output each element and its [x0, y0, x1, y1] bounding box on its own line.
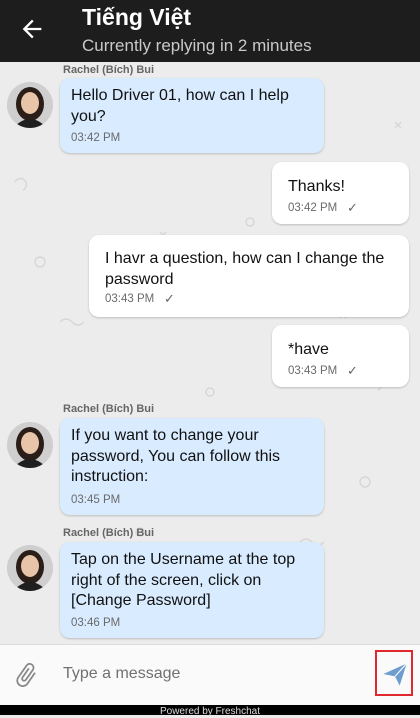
sent-check-icon: ✓ — [347, 363, 358, 378]
message-composer: Type a message — [0, 644, 420, 706]
message-input[interactable]: Type a message — [63, 665, 180, 683]
powered-by-footer: Powered by Freshchat — [0, 705, 420, 717]
message-text: Hello Driver 01, how can I help you? — [71, 87, 289, 125]
back-arrow-icon[interactable] — [18, 15, 46, 43]
agent-avatar — [7, 545, 53, 591]
powered-by-text: Powered by Freshchat — [159, 706, 261, 717]
message-time: 03:42 PM — [288, 202, 338, 214]
outgoing-message-bubble[interactable]: Thanks! 03:42 PM ✓ — [272, 162, 409, 224]
message-text: Tap on the Username at the top right of … — [71, 551, 296, 609]
incoming-message-bubble[interactable]: Tap on the Username at the top right of … — [60, 542, 324, 638]
paper-plane-icon — [383, 663, 408, 686]
agent-avatar — [7, 422, 53, 468]
message-time: 03:46 PM — [71, 617, 121, 629]
conversation-area[interactable]: Rachel (Bích) Bui Hello Driver 01, how c… — [0, 62, 420, 644]
message-time: 03:43 PM — [105, 293, 155, 305]
message-text: Thanks! — [288, 178, 345, 195]
message-text: I havr a question, how can I change the … — [105, 250, 385, 288]
send-button[interactable] — [375, 650, 413, 696]
message-text: If you want to change your password, You… — [71, 427, 281, 485]
sent-check-icon: ✓ — [347, 200, 358, 215]
chat-title: Tiếng Việt — [82, 4, 192, 30]
outgoing-message-bubble[interactable]: *have 03:43 PM ✓ — [272, 325, 409, 387]
sender-name: Rachel (Bích) Bui — [63, 403, 155, 415]
incoming-message-bubble[interactable]: Hello Driver 01, how can I help you? 03:… — [60, 78, 324, 153]
message-time: 03:42 PM — [71, 132, 121, 144]
outgoing-message-bubble[interactable]: I havr a question, how can I change the … — [89, 235, 409, 317]
chat-header: Tiếng Việt Currently replying in 2 minut… — [0, 0, 420, 62]
message-text: *have — [288, 341, 329, 358]
incoming-message-bubble[interactable]: If you want to change your password, You… — [60, 418, 324, 515]
sender-name: Rachel (Bích) Bui — [63, 527, 155, 539]
agent-avatar — [7, 82, 53, 128]
paperclip-icon[interactable] — [12, 661, 40, 689]
message-time: 03:43 PM — [288, 365, 338, 377]
reply-time-status: Currently replying in 2 minutes — [82, 36, 312, 55]
sent-check-icon: ✓ — [164, 291, 175, 306]
message-time: 03:45 PM — [71, 494, 121, 506]
sender-name: Rachel (Bích) Bui — [63, 64, 155, 76]
